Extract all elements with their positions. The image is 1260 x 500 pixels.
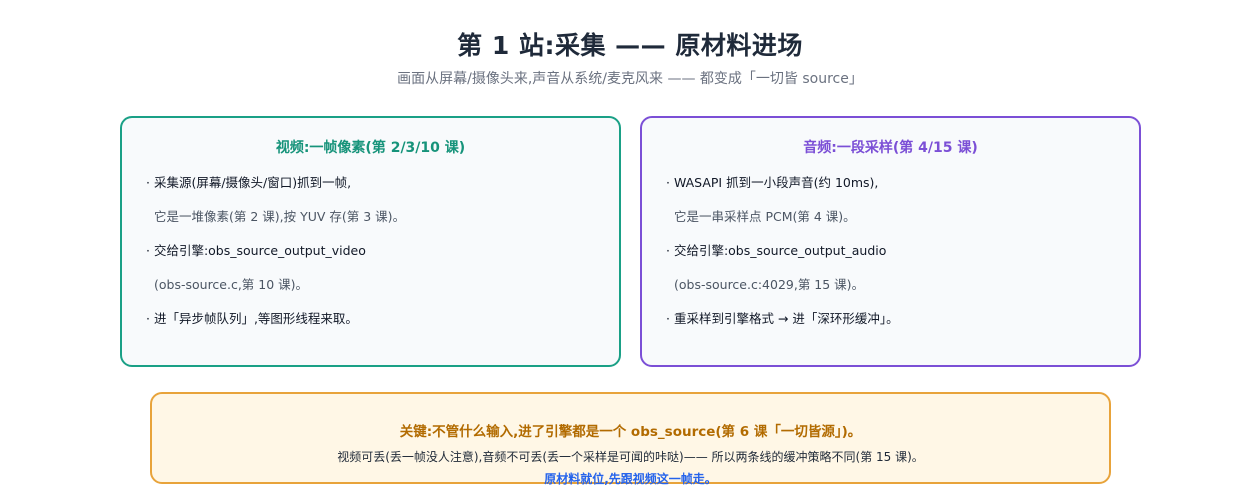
audio-line-1: · WASAPI 抓到一小段声音(约 10ms), [666,175,879,190]
audio-line-3: · 交给引擎:obs_source_output_audio [666,243,887,258]
audio-card-title: 音频:一段采样(第 4/15 课) [803,140,978,156]
video-card-title: 视频:一帧像素(第 2/3/10 课) [275,140,466,156]
page-subtitle: 画面从屏幕/摄像头来,声音从系统/麦克风来 —— 都变成「一切皆 source」 [397,71,863,87]
key-callout-footer: 原材料就位,先跟视频这一帧走。 [544,472,717,486]
video-card: 视频:一帧像素(第 2/3/10 课) · 采集源(屏幕/摄像头/窗口)抓到一帧… [120,116,621,367]
video-line-2: 它是一堆像素(第 2 课),按 YUV 存(第 3 课)。 [154,209,406,224]
key-callout-body: 视频可丢(丢一帧没人注意),音频不可丢(丢一个采样是可闻的咔哒)—— 所以两条线… [337,450,924,464]
video-line-1: · 采集源(屏幕/摄像头/窗口)抓到一帧, [146,175,352,190]
audio-card: 音频:一段采样(第 4/15 课) · WASAPI 抓到一小段声音(约 10m… [640,116,1141,367]
audio-line-4: (obs-source.c:4029,第 15 课)。 [674,277,865,292]
video-line-4: (obs-source.c,第 10 课)。 [154,277,309,292]
video-line-3: · 交给引擎:obs_source_output_video [146,243,366,258]
key-callout-title: 关键:不管什么输入,进了引擎都是一个 obs_source(第 6 课「一切皆源… [399,424,862,440]
video-line-5: · 进「异步帧队列」,等图形线程来取。 [146,311,358,326]
audio-line-5: · 重采样到引擎格式 → 进「深环形缓冲」。 [666,311,899,326]
page-title: 第 1 站:采集 —— 原材料进场 [457,31,803,60]
audio-line-2: 它是一串采样点 PCM(第 4 课)。 [674,209,856,224]
key-callout: 关键:不管什么输入,进了引擎都是一个 obs_source(第 6 课「一切皆源… [150,392,1111,486]
